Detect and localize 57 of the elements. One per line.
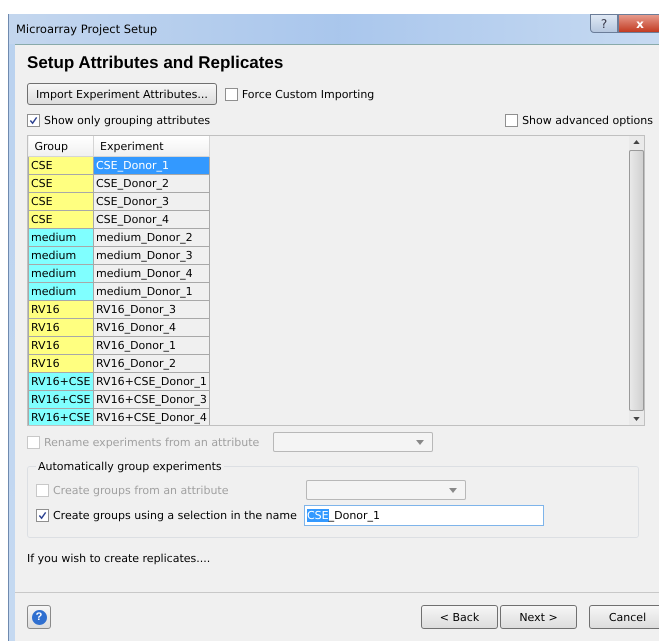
group-cell: medium: [28, 264, 94, 282]
info-text: If you wish to create replicates....: [27, 552, 212, 565]
wizard-button[interactable]: Next >: [500, 605, 577, 629]
group-cell: RV16: [28, 300, 94, 318]
checkbox-label: Show only grouping attributes: [44, 114, 210, 127]
wizard-button[interactable]: < Back: [421, 605, 498, 629]
checkbox-label: Rename experiments from an attribute: [44, 436, 260, 448]
group-cell: RV16+CSE: [28, 372, 94, 390]
group-cell: RV16+CSE: [28, 408, 94, 425]
group-cell: RV16: [28, 318, 94, 336]
window-title: Microarray Project Setup: [15, 22, 158, 36]
attribute-dropdown[interactable]: [273, 432, 434, 452]
dropdown-arrow-icon: [416, 440, 424, 444]
experiment-cell[interactable]: medium_Donor_2: [94, 228, 210, 246]
help-button[interactable]: ?: [27, 605, 51, 629]
group-cell: medium: [28, 246, 94, 264]
experiment-cell[interactable]: RV16_Donor_2: [94, 354, 210, 372]
import-button[interactable]: Import Experiment Attributes...: [27, 83, 217, 105]
scroll-up-icon[interactable]: [633, 140, 640, 144]
scroll-down-icon[interactable]: [633, 417, 640, 421]
page-heading: Setup Attributes and Replicates: [27, 53, 284, 73]
experiment-cell[interactable]: RV16+CSE_Donor_3: [94, 390, 210, 408]
experiment-cell[interactable]: CSE_Donor_2: [94, 174, 210, 192]
group-cell: medium: [28, 282, 94, 300]
experiment-cell[interactable]: RV16_Donor_1: [94, 336, 210, 354]
close-button[interactable]: x: [618, 14, 659, 33]
dropdown-arrow-icon: [449, 488, 457, 492]
checkbox[interactable]: [27, 114, 40, 127]
group-cell: RV16: [28, 336, 94, 354]
group-cell: CSE: [28, 192, 94, 210]
group-cell: CSE: [28, 210, 94, 228]
experiment-cell[interactable]: medium_Donor_1: [94, 282, 210, 300]
experiment-cell[interactable]: RV16+CSE_Donor_1: [94, 372, 210, 390]
experiment-cell[interactable]: CSE_Donor_3: [94, 192, 210, 210]
group-cell: medium: [28, 228, 94, 246]
group-cell: CSE: [28, 156, 94, 174]
experiment-cell[interactable]: medium_Donor_3: [94, 246, 210, 264]
wizard-button[interactable]: Cancel: [589, 605, 659, 629]
column-header[interactable]: Experiment: [94, 136, 210, 156]
group-cell: RV16: [28, 354, 94, 372]
help-button[interactable]: ?: [590, 14, 618, 33]
checkbox[interactable]: [36, 509, 49, 522]
group-cell: CSE: [28, 174, 94, 192]
experiment-cell[interactable]: medium_Donor_4: [94, 264, 210, 282]
checkbox-label: Show advanced options: [522, 114, 653, 127]
checkbox-label: Create groups using a selection in the name: [53, 509, 297, 522]
checkbox[interactable]: [224, 88, 238, 100]
checkbox-label: Create groups from an attribute: [53, 484, 229, 496]
checkbox[interactable]: [505, 114, 518, 127]
group-box-title: Automatically group experiments: [37, 460, 223, 473]
checkbox-label: Force Custom Importing: [242, 88, 374, 100]
experiment-cell[interactable]: CSE_Donor_4: [94, 210, 210, 228]
experiment-cell[interactable]: RV16_Donor_3: [94, 300, 210, 318]
group-cell: RV16+CSE: [28, 390, 94, 408]
attribute-dropdown[interactable]: [306, 480, 466, 500]
experiment-cell[interactable]: RV16_Donor_4: [94, 318, 210, 336]
column-header[interactable]: Group: [28, 136, 94, 156]
